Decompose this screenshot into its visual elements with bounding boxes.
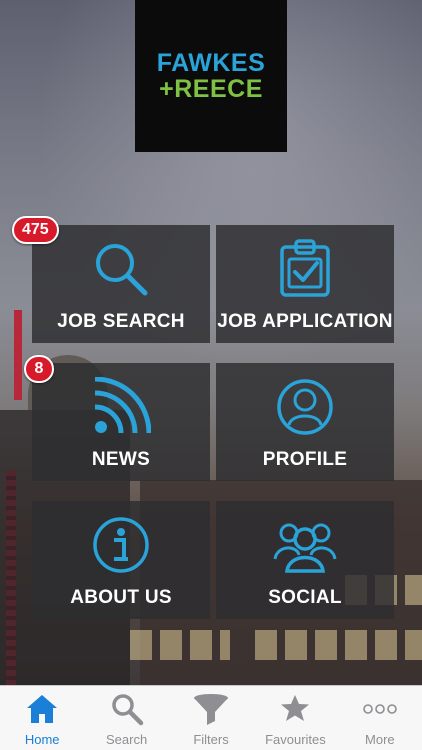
- clipboard-check-icon: [276, 239, 334, 304]
- tile-job-search[interactable]: JOB SEARCH: [32, 225, 210, 343]
- job-count-badge: 475: [12, 216, 59, 244]
- rss-icon: [91, 376, 152, 442]
- logo-line-2: +REECE: [159, 76, 263, 102]
- magnifier-icon: [91, 239, 151, 304]
- tab-search[interactable]: Search: [84, 686, 168, 750]
- tile-news-label: NEWS: [91, 449, 151, 470]
- tab-filters[interactable]: Filters: [169, 686, 253, 750]
- tile-about-us[interactable]: ABOUT US: [32, 501, 210, 619]
- bottom-tab-bar: Home Search Filters Favourites More: [0, 685, 422, 750]
- user-circle-icon: [275, 377, 335, 442]
- tab-favourites[interactable]: Favourites: [253, 686, 337, 750]
- funnel-icon: [192, 692, 230, 731]
- tab-more-label: More: [365, 732, 395, 747]
- tile-job-application-label: JOB APPLICATION: [217, 311, 393, 332]
- tile-profile[interactable]: PROFILE: [216, 363, 394, 481]
- logo-line-2-text: REECE: [174, 75, 263, 103]
- tab-filters-label: Filters: [193, 732, 229, 747]
- info-icon: [91, 515, 151, 580]
- tile-job-search-label: JOB SEARCH: [57, 311, 185, 332]
- fawkes-reece-logo: FAWKES +REECE: [135, 0, 287, 152]
- people-group-icon: [273, 515, 337, 580]
- tab-more[interactable]: More: [338, 686, 422, 750]
- news-count-badge: 8: [24, 355, 54, 383]
- tile-news[interactable]: NEWS: [32, 363, 210, 481]
- tile-job-application[interactable]: JOB APPLICATION: [216, 225, 394, 343]
- tile-social-label: SOCIAL: [268, 587, 342, 608]
- tab-home-label: Home: [24, 732, 60, 747]
- logo-plus: +: [159, 75, 175, 103]
- star-icon: [279, 692, 311, 729]
- tile-about-us-label: ABOUT US: [70, 587, 172, 608]
- tab-home[interactable]: Home: [0, 686, 84, 750]
- search-icon: [110, 692, 144, 731]
- tile-profile-label: PROFILE: [262, 449, 348, 470]
- tab-favourites-label: Favourites: [265, 732, 326, 747]
- tab-search-label: Search: [106, 732, 148, 747]
- more-dots-icon: [362, 702, 398, 720]
- tile-social[interactable]: SOCIAL: [216, 501, 394, 619]
- home-icon: [25, 692, 59, 731]
- logo-line-1: FAWKES: [156, 49, 266, 77]
